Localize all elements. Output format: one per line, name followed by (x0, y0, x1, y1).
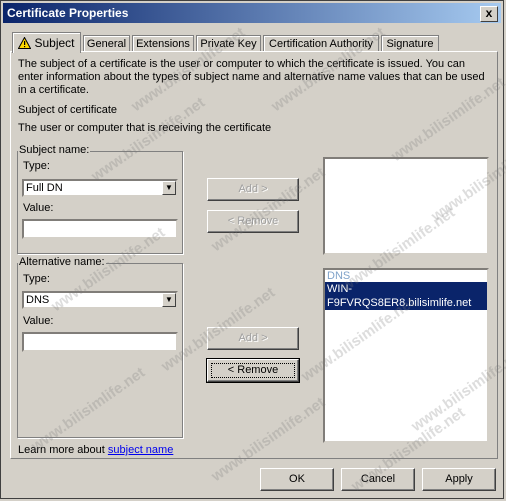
alt-value-label: Value: (23, 315, 54, 327)
alternative-name-list[interactable]: DNS WIN-F9FVRQS8ER8.bilisimlife.net (323, 268, 489, 443)
section-description: The user or computer that is receiving t… (18, 122, 272, 134)
title-bar: Certificate Properties x (3, 3, 501, 23)
intro-line-1: The subject of a certificate is the user… (18, 58, 465, 70)
ok-label: OK (289, 473, 305, 485)
alt-type-label: Type: (23, 273, 50, 285)
alt-add-button[interactable]: Add > (207, 327, 299, 350)
subject-name-list[interactable] (323, 157, 489, 255)
subject-remove-button[interactable]: < Remove (207, 210, 299, 233)
window-title: Certificate Properties (7, 6, 129, 20)
warning-icon (18, 36, 32, 49)
alt-type-select[interactable]: DNS ▼ (22, 291, 178, 309)
apply-label: Apply (445, 473, 473, 485)
subject-type-select[interactable]: Full DN ▼ (22, 179, 178, 197)
alt-type-value: DNS (26, 294, 50, 306)
close-button[interactable]: x (480, 6, 498, 22)
alternative-name-label: Alternative name: (18, 256, 106, 268)
tab-certification-authority[interactable]: Certification Authority (263, 35, 379, 52)
subject-remove-label: < Remove (227, 215, 279, 227)
focus-rectangle (211, 363, 295, 378)
subject-add-button[interactable]: Add > (207, 178, 299, 201)
tab-private-key-label: Private Key (200, 38, 257, 50)
cancel-button[interactable]: Cancel (341, 468, 415, 491)
section-heading: Subject of certificate (18, 104, 118, 116)
cancel-label: Cancel (360, 473, 396, 485)
chevron-down-icon[interactable]: ▼ (162, 181, 176, 195)
learn-more-text: Learn more about subject name (18, 444, 173, 456)
tab-general-label: General (86, 38, 127, 50)
alt-list-header: DNS (327, 270, 351, 282)
subject-value-label: Value: (23, 202, 54, 214)
tab-subject-label: Subject (34, 36, 75, 50)
tab-signature[interactable]: Signature (381, 35, 439, 52)
alt-list-selected-entry[interactable]: WIN-F9FVRQS8ER8.bilisimlife.net (325, 282, 487, 310)
learn-more-prefix: Learn more about (18, 444, 108, 456)
ok-button[interactable]: OK (260, 468, 334, 491)
certificate-properties-window: Certificate Properties x Subject General… (0, 0, 506, 499)
subject-type-value: Full DN (26, 182, 63, 194)
intro-line-3: in a certificate. (18, 84, 89, 96)
subject-value-input[interactable] (22, 219, 178, 239)
tab-signature-label: Signature (386, 38, 434, 50)
subject-name-link[interactable]: subject name (108, 444, 173, 456)
tab-general[interactable]: General (83, 35, 130, 52)
apply-button[interactable]: Apply (422, 468, 496, 491)
chevron-down-icon[interactable]: ▼ (162, 293, 176, 307)
tab-subject[interactable]: Subject (12, 32, 81, 53)
tab-certification-authority-label: Certification Authority (269, 38, 373, 50)
alt-add-label: Add > (238, 332, 268, 344)
intro-line-2: enter information about the types of sub… (18, 71, 485, 83)
alt-value-input[interactable] (22, 332, 178, 352)
tab-extensions[interactable]: Extensions (132, 35, 194, 52)
subject-name-label: Subject name: (18, 144, 91, 156)
subject-add-label: Add > (238, 183, 268, 195)
alt-remove-button[interactable]: < Remove (206, 358, 300, 383)
tab-private-key[interactable]: Private Key (196, 35, 261, 52)
tab-extensions-label: Extensions (136, 38, 190, 50)
subject-type-label: Type: (23, 160, 50, 172)
